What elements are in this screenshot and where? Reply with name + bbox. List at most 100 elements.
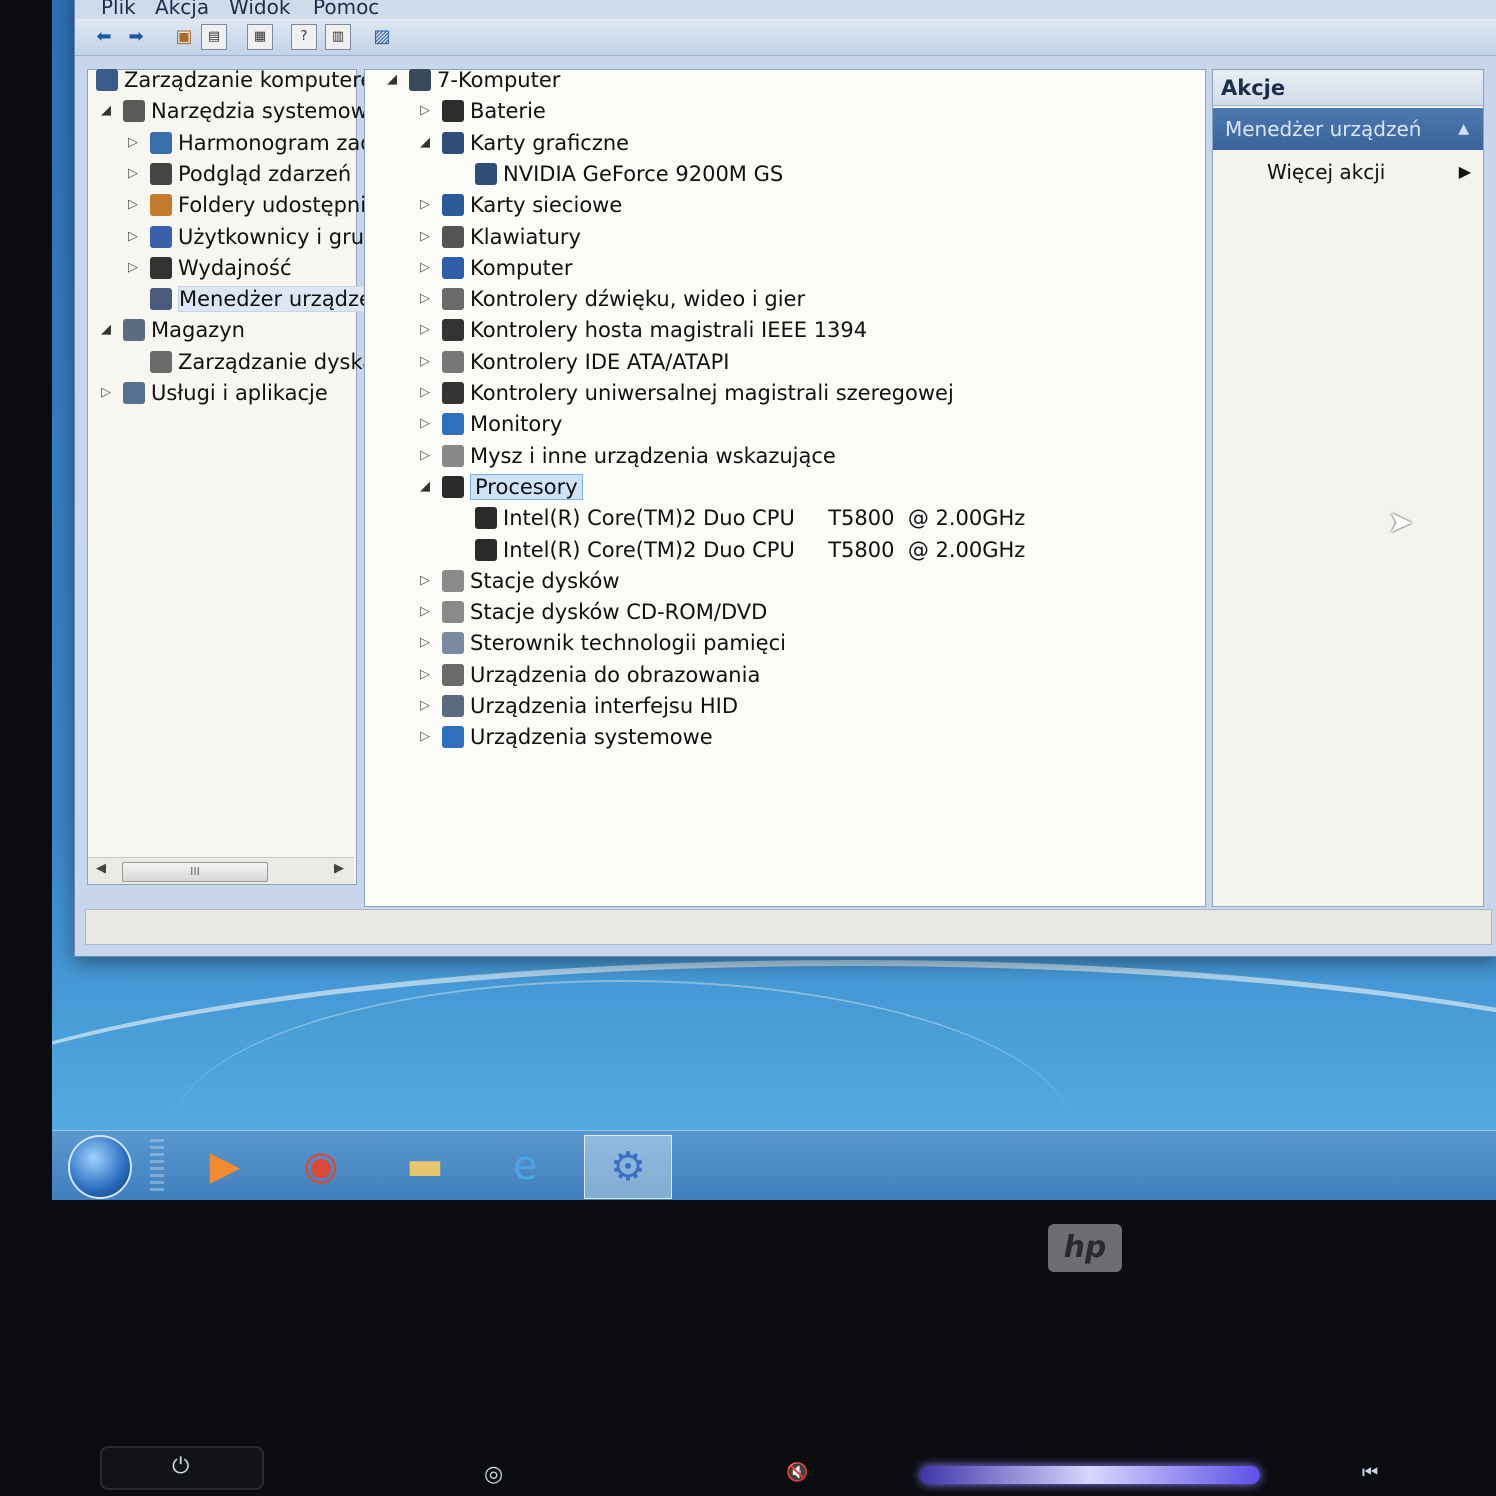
- device-tree-item[interactable]: Procesory: [442, 473, 583, 501]
- expand-triangle-icon[interactable]: ▷: [418, 667, 432, 682]
- scroll-right-icon[interactable]: ▶: [334, 861, 344, 876]
- scroll-left-icon[interactable]: ◀: [96, 861, 106, 876]
- computer-icon: [409, 69, 431, 91]
- device-tree-item[interactable]: Kontrolery hosta magistrali IEEE 1394: [442, 316, 867, 344]
- nav-tree-item[interactable]: Menedżer urządze: [150, 285, 373, 313]
- device-tree-item[interactable]: Karty sieciowe: [442, 191, 622, 219]
- expand-triangle-icon[interactable]: ▷: [126, 135, 140, 150]
- submenu-arrow-icon[interactable]: ▶: [1459, 154, 1471, 190]
- device-tree-item[interactable]: Monitory: [442, 410, 562, 438]
- device-tree-item[interactable]: Kontrolery IDE ATA/ATAPI: [442, 348, 729, 376]
- nav-tree-item[interactable]: Zarządzanie komputerer: [96, 66, 382, 94]
- expand-triangle-icon[interactable]: ▷: [418, 604, 432, 619]
- device-tree-item[interactable]: Intel(R) Core(TM)2 Duo CPU T5800 @ 2.00G…: [475, 504, 1025, 532]
- device-tree-item[interactable]: NVIDIA GeForce 9200M GS: [475, 160, 783, 188]
- nav-tree-item[interactable]: Zarządzanie dyska: [150, 348, 375, 376]
- help-icon[interactable]: ?: [291, 24, 317, 50]
- expand-triangle-icon[interactable]: ▷: [126, 166, 140, 181]
- actions-section-label: Menedżer urządzeń: [1225, 117, 1422, 141]
- nav-tree-item[interactable]: Wydajność: [150, 254, 292, 282]
- device-tree-label: Urządzenia do obrazowania: [470, 662, 761, 687]
- expand-triangle-icon[interactable]: ▷: [418, 322, 432, 337]
- device-tree-item[interactable]: Urządzenia do obrazowania: [442, 661, 760, 689]
- properties-icon[interactable]: ▦: [247, 24, 273, 50]
- expand-triangle-icon[interactable]: ▷: [418, 448, 432, 463]
- expand-triangle-icon[interactable]: ▷: [99, 385, 113, 400]
- forward-arrow-icon[interactable]: ➡: [123, 24, 149, 50]
- actions-section-device-manager[interactable]: Menedżer urządzeń ▲: [1213, 108, 1483, 150]
- device-tree-item[interactable]: Urządzenia systemowe: [442, 723, 713, 751]
- media-player-icon[interactable]: ▶: [182, 1135, 268, 1197]
- expand-triangle-icon[interactable]: ▷: [418, 354, 432, 369]
- cdrom-icon: [442, 601, 464, 624]
- device-tree-item[interactable]: Mysz i inne urządzenia wskazujące: [442, 442, 836, 470]
- expand-triangle-icon[interactable]: ▷: [418, 635, 432, 650]
- device-tree-item[interactable]: Sterownik technologii pamięci: [442, 629, 786, 657]
- chrome-icon[interactable]: ◉: [278, 1135, 364, 1197]
- show-hide-tree-icon[interactable]: ▤: [201, 24, 227, 50]
- expand-triangle-icon[interactable]: ▷: [418, 573, 432, 588]
- expand-triangle-icon[interactable]: ▷: [418, 229, 432, 244]
- collapse-up-icon[interactable]: ▲: [1458, 108, 1469, 150]
- expand-triangle-icon[interactable]: ▷: [418, 698, 432, 713]
- collapse-triangle-icon[interactable]: ◢: [99, 322, 113, 337]
- mute-icon[interactable]: 🔇: [786, 1462, 808, 1483]
- device-tree-label: Kontrolery hosta magistrali IEEE 1394: [470, 318, 868, 343]
- services-icon: [123, 382, 145, 404]
- expand-triangle-icon[interactable]: ▷: [418, 729, 432, 744]
- expand-triangle-icon[interactable]: ▷: [126, 197, 140, 212]
- collapse-triangle-icon[interactable]: ◢: [385, 72, 399, 87]
- volume-slider[interactable]: [920, 1466, 1260, 1484]
- collapse-triangle-icon[interactable]: ◢: [418, 135, 432, 150]
- device-tree-item[interactable]: Kontrolery uniwersalnej magistrali szere…: [442, 379, 954, 407]
- device-tree-item[interactable]: Stacje dysków: [442, 567, 620, 595]
- expand-triangle-icon[interactable]: ▷: [418, 291, 432, 306]
- menu-file[interactable]: Plik: [101, 0, 136, 19]
- more-actions-link[interactable]: Więcej akcji: [1267, 154, 1385, 190]
- expand-triangle-icon[interactable]: ▷: [126, 260, 140, 275]
- actions-header: Akcje: [1213, 70, 1483, 106]
- quickplay-icon[interactable]: ◎: [484, 1462, 503, 1487]
- expand-triangle-icon[interactable]: ▷: [418, 197, 432, 212]
- nav-tree-item[interactable]: Narzędzia systemowe: [123, 97, 381, 125]
- scroll-thumb[interactable]: III: [122, 862, 268, 882]
- start-button[interactable]: [68, 1135, 132, 1199]
- collapse-triangle-icon[interactable]: ◢: [418, 479, 432, 494]
- collapse-triangle-icon[interactable]: ◢: [99, 103, 113, 118]
- computer-icon: [442, 256, 464, 279]
- device-tree-item[interactable]: Urządzenia interfejsu HID: [442, 692, 738, 720]
- device-tree-item[interactable]: Karty graficzne: [442, 129, 629, 157]
- menu-action[interactable]: Akcja: [155, 0, 209, 19]
- nav-tree-item[interactable]: Foldery udostępnic: [150, 191, 378, 219]
- device-tree-item[interactable]: Komputer: [442, 254, 572, 282]
- device-tree-label: 7-Komputer: [437, 68, 561, 92]
- device-tree-item[interactable]: Klawiatury: [442, 223, 581, 251]
- device-tree-item[interactable]: Stacje dysków CD-ROM/DVD: [442, 598, 767, 626]
- device-tree-item[interactable]: 7-Komputer: [409, 66, 560, 94]
- folder-icon[interactable]: ▬: [382, 1135, 468, 1197]
- nav-tree-item[interactable]: Użytkownicy i grup: [150, 223, 377, 251]
- nav-tree-item[interactable]: Podgląd zdarzeń: [150, 160, 351, 188]
- scan-hardware-icon[interactable]: ▨: [369, 24, 395, 50]
- expand-triangle-icon[interactable]: ▷: [418, 260, 432, 275]
- horizontal-scrollbar[interactable]: ◀ III ▶: [88, 857, 354, 884]
- expand-triangle-icon[interactable]: ▷: [418, 416, 432, 431]
- menu-view[interactable]: Widok: [229, 0, 290, 19]
- device-tree-item[interactable]: Baterie: [442, 97, 546, 125]
- power-icon[interactable]: ⏻: [172, 1454, 189, 1479]
- device-tree-item[interactable]: Intel(R) Core(TM)2 Duo CPU T5800 @ 2.00G…: [475, 536, 1025, 564]
- nav-tree-item[interactable]: Magazyn: [123, 316, 245, 344]
- back-arrow-icon[interactable]: ⬅: [91, 24, 117, 50]
- nav-tree-item[interactable]: Harmonogram zad: [150, 129, 374, 157]
- expand-triangle-icon[interactable]: ▷: [418, 103, 432, 118]
- nav-tree-item[interactable]: Usługi i aplikacje: [123, 379, 328, 407]
- menu-help[interactable]: Pomoc: [313, 0, 379, 19]
- expand-triangle-icon[interactable]: ▷: [126, 229, 140, 244]
- computer-management-icon[interactable]: ⚙: [584, 1135, 672, 1199]
- internet-explorer-icon[interactable]: e: [482, 1135, 568, 1197]
- previous-track-icon[interactable]: ⏮: [1362, 1462, 1378, 1483]
- expand-triangle-icon[interactable]: ▷: [418, 385, 432, 400]
- action-pane-icon[interactable]: ▥: [325, 24, 351, 50]
- device-tree-item[interactable]: Kontrolery dźwięku, wideo i gier: [442, 285, 805, 313]
- up-folder-icon[interactable]: ▣: [171, 24, 197, 50]
